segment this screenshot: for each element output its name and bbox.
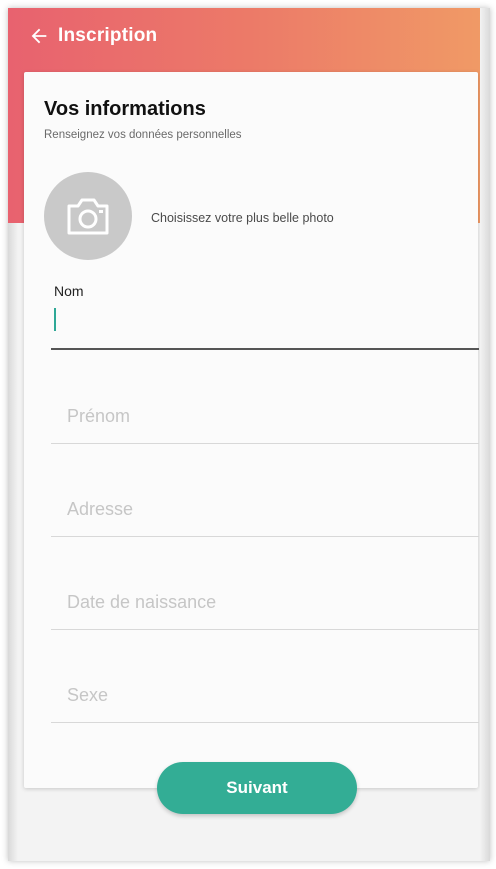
nom-underline [51, 348, 479, 350]
adresse-placeholder: Adresse [67, 499, 134, 519]
next-button[interactable]: Suivant [157, 762, 357, 814]
camera-icon [67, 198, 109, 235]
section-title: Vos informations [44, 98, 206, 120]
app-screen: Inscription Vos informations Renseignez … [8, 8, 490, 861]
photo-picker-label[interactable]: Choisissez votre plus belle photo [151, 211, 334, 225]
sexe-placeholder: Sexe [67, 685, 109, 705]
date-naissance-underline [51, 629, 479, 630]
sexe-field[interactable]: Sexe [51, 651, 479, 723]
photo-picker-button[interactable] [44, 172, 132, 260]
page-title: Inscription [58, 25, 158, 46]
text-cursor [54, 308, 56, 331]
nom-label: Nom [54, 283, 84, 299]
top-app-bar: Inscription [8, 8, 490, 64]
adresse-underline [51, 536, 479, 537]
section-subtitle: Renseignez vos données personnelles [44, 129, 242, 141]
personal-info-card: Vos informations Renseignez vos données … [24, 72, 479, 788]
arrow-left-icon[interactable] [28, 25, 50, 47]
prenom-placeholder: Prénom [67, 406, 131, 426]
date-naissance-placeholder: Date de naissance [67, 592, 217, 612]
date-naissance-field[interactable]: Date de naissance [51, 558, 479, 630]
nom-field[interactable]: Nom [51, 278, 479, 350]
adresse-field[interactable]: Adresse [51, 465, 479, 537]
prenom-field[interactable]: Prénom [51, 372, 479, 444]
sexe-underline [51, 722, 479, 723]
prenom-underline [51, 443, 479, 444]
